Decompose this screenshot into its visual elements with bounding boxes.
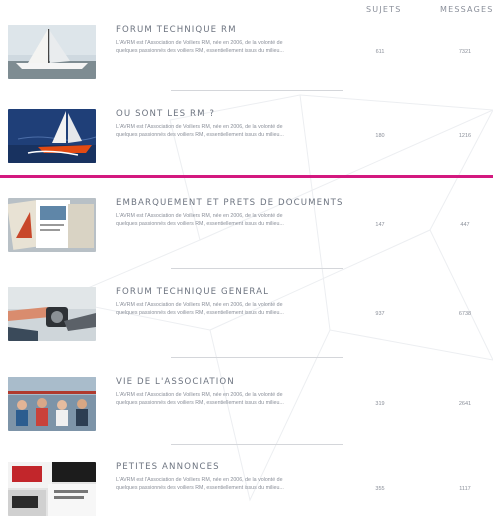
forum-messages-count: 2641	[458, 401, 472, 407]
forum-row[interactable]: EMBARQUEMENT ET PRETS DE DOCUMENTS L'AVR…	[0, 198, 493, 258]
sailing-sea-photo-icon[interactable]	[8, 109, 96, 163]
forum-separator	[171, 90, 343, 91]
forum-row[interactable]: PETITES ANNONCES L'AVRM est l'Associatio…	[0, 462, 493, 522]
forum-messages-count: 1117	[459, 486, 471, 492]
forum-description: L'AVRM est l'Association de Voiliers RM,…	[116, 40, 284, 54]
column-header-sujets: SUJETS	[366, 5, 402, 14]
forum-sujets-count: 319	[375, 401, 385, 407]
forum-row[interactable]: FORUM TECHNIQUE RM L'AVRM est l'Associat…	[0, 25, 493, 85]
forum-messages-count: 1216	[458, 133, 472, 139]
sailboat-photo-icon[interactable]	[8, 25, 96, 79]
forum-sujets-count: 355	[375, 486, 385, 492]
forum-sujets-count: 611	[375, 49, 385, 55]
forum-description: L'AVRM est l'Association de Voiliers RM,…	[116, 302, 284, 316]
forum-separator	[171, 357, 343, 358]
newspaper-photo-icon[interactable]	[8, 462, 96, 516]
forum-row[interactable]: OU SONT LES RM ? L'AVRM est l'Associatio…	[0, 109, 493, 169]
forum-title[interactable]: EMBARQUEMENT ET PRETS DE DOCUMENTS	[116, 198, 344, 208]
forum-separator	[171, 268, 343, 269]
forum-row[interactable]: VIE DE L'ASSOCIATION L'AVRM est l'Associ…	[0, 377, 493, 437]
forum-sujets-count: 937	[375, 311, 385, 317]
forum-sujets-count: 180	[375, 133, 385, 139]
section-divider-accent	[0, 175, 493, 178]
forum-title[interactable]: OU SONT LES RM ?	[116, 109, 215, 119]
forum-description: L'AVRM est l'Association de Voiliers RM,…	[116, 213, 284, 227]
forum-description: L'AVRM est l'Association de Voiliers RM,…	[116, 477, 284, 491]
column-header-messages: MESSAGES	[440, 5, 493, 14]
group-photo-icon[interactable]	[8, 377, 96, 431]
forum-messages-count: 447	[460, 222, 470, 228]
forum-separator	[171, 444, 343, 445]
forum-sujets-count: 147	[375, 222, 385, 228]
forum-title[interactable]: FORUM TECHNIQUE GENERAL	[116, 287, 269, 297]
forum-row[interactable]: FORUM TECHNIQUE GENERAL L'AVRM est l'Ass…	[0, 287, 493, 347]
winch-photo-icon[interactable]	[8, 287, 96, 341]
forum-messages-count: 7321	[458, 49, 472, 55]
forum-description: L'AVRM est l'Association de Voiliers RM,…	[116, 124, 284, 138]
forum-messages-count: 6738	[458, 311, 472, 317]
forum-title[interactable]: PETITES ANNONCES	[116, 462, 220, 472]
documents-photo-icon[interactable]	[8, 198, 96, 252]
forum-title[interactable]: FORUM TECHNIQUE RM	[116, 25, 237, 35]
forum-title[interactable]: VIE DE L'ASSOCIATION	[116, 377, 235, 387]
forum-description: L'AVRM est l'Association de Voiliers RM,…	[116, 392, 284, 406]
